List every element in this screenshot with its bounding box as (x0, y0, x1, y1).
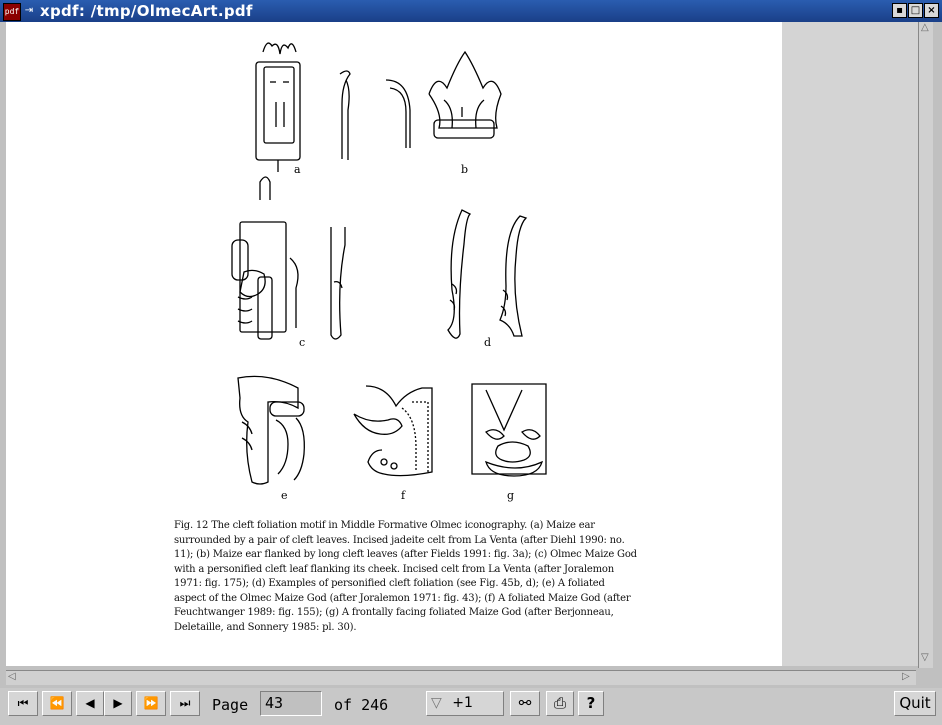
forward-ten-pages-button[interactable]: ⏩ (136, 691, 166, 716)
scroll-left-icon[interactable]: ◁ (8, 671, 16, 682)
quit-button[interactable]: Quit (894, 691, 936, 716)
title-bar: pdf ⇥ xpdf: /tmp/OlmecArt.pdf ▪ □ × (0, 0, 942, 22)
window-menu-icon[interactable]: ⇥ (22, 4, 36, 18)
scroll-down-icon[interactable]: ▽ (921, 652, 929, 663)
minimize-button[interactable]: ▪ (892, 3, 907, 18)
figure-label-g: g (507, 489, 515, 502)
caption-line: 11); (b) Maize ear flanked by long cleft… (174, 549, 637, 560)
figure-label-c: c (299, 336, 306, 349)
figure-label-f: f (401, 489, 406, 502)
caption-line: 1971: fig. 175); (d) Examples of personi… (174, 578, 605, 589)
caption-line: Deletaille, and Sonnery 1985: pl. 30). (174, 621, 357, 633)
scroll-right-icon[interactable]: ▷ (902, 671, 910, 682)
caption-line: with a personified cleft leaf flanking i… (174, 563, 614, 575)
caption-line: Fig. 12 The cleft foliation motif in Mid… (174, 520, 595, 531)
figure-label-a: a (294, 163, 301, 176)
drawing-d (447, 209, 528, 339)
zoom-select[interactable]: ▽ +1 (426, 691, 504, 716)
figure-caption: Fig. 12 The cleft foliation motif in Mid… (174, 519, 637, 635)
print-button[interactable]: ⎙ (546, 691, 574, 716)
bottom-toolbar: ⏮ ⏪ ◀ ▶ ⏩ ⏭ Page 43 of 246 ▽ +1 ⚯ ⎙ ? Qu… (0, 688, 942, 725)
figure-label-b: b (461, 163, 469, 176)
page-margin-background (782, 22, 918, 666)
close-button[interactable]: × (924, 3, 939, 18)
drawing-g (471, 383, 547, 477)
previous-page-button[interactable]: ◀ (76, 691, 104, 716)
caption-line: surrounded by a pair of cleft leaves. In… (174, 534, 625, 546)
page-number-input[interactable]: 43 (260, 691, 322, 716)
caption-line: aspect of the Olmec Maize God (after Jor… (174, 592, 631, 604)
help-button[interactable]: ? (578, 691, 604, 716)
last-page-button[interactable]: ⏭ (170, 691, 200, 716)
figure-label-d: d (484, 336, 492, 349)
first-page-button[interactable]: ⏮ (8, 691, 38, 716)
drawing-a (255, 42, 351, 172)
dropdown-arrow-icon: ▽ (431, 695, 442, 711)
scroll-up-icon[interactable]: △ (921, 22, 929, 33)
window-title: xpdf: /tmp/OlmecArt.pdf (40, 2, 253, 20)
horizontal-scrollbar[interactable]: ◁ ▷ (6, 670, 916, 685)
next-page-button[interactable]: ▶ (104, 691, 132, 716)
printer-icon: ⎙ (553, 694, 566, 712)
drawing-c (231, 176, 346, 340)
vertical-scrollbar[interactable]: △ ▽ (918, 22, 933, 668)
find-binoculars-button[interactable]: ⚯ (510, 691, 540, 716)
drawing-f (353, 385, 433, 477)
document-viewport[interactable]: a b c d e f g Fig. 12 The cleft foliatio… (6, 22, 918, 666)
page-label: Page (212, 696, 249, 714)
binoculars-icon: ⚯ (518, 694, 532, 712)
page-count-label: of 246 (334, 696, 389, 714)
caption-line: Feuchtwanger 1989: fig. 155); (g) A fron… (174, 607, 614, 618)
maximize-button[interactable]: □ (908, 3, 923, 18)
xpdf-app-icon[interactable]: pdf (3, 3, 21, 21)
drawing-b (385, 50, 502, 148)
figure-label-e: e (281, 489, 288, 502)
back-ten-pages-button[interactable]: ⏪ (42, 691, 72, 716)
drawing-e (237, 375, 305, 485)
zoom-value: +1 (452, 695, 473, 711)
